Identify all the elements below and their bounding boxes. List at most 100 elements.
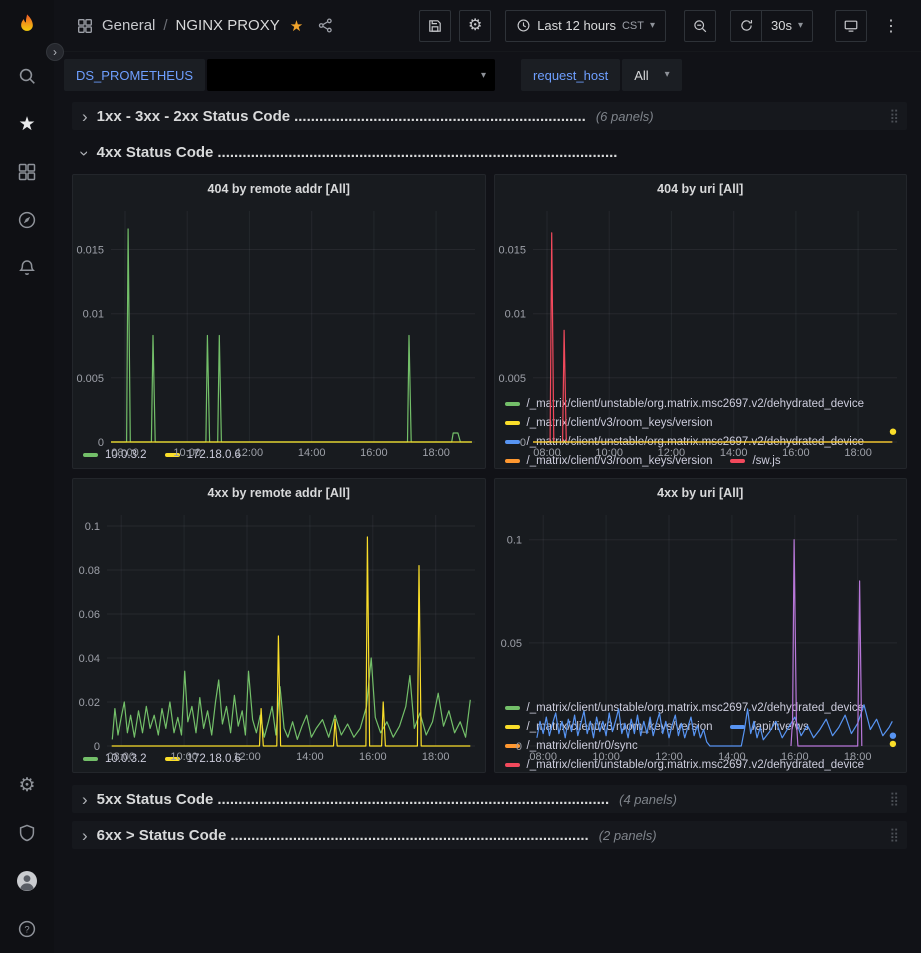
share-icon[interactable] bbox=[317, 17, 334, 34]
drag-handle-icon[interactable]: ⣿ bbox=[889, 108, 899, 124]
variable-label-datasource[interactable]: DS_PROMETHEUS bbox=[64, 59, 205, 91]
breadcrumb-separator: / bbox=[163, 17, 167, 34]
flame-icon bbox=[13, 12, 41, 40]
row-dots: ........................................… bbox=[217, 144, 617, 161]
row-panel-count: (6 panels) bbox=[596, 109, 654, 124]
sidebar-item-server-admin[interactable] bbox=[0, 809, 54, 857]
panel-title[interactable]: 4xx by uri [All] bbox=[657, 486, 743, 500]
refresh-button[interactable] bbox=[730, 10, 762, 42]
svg-text:10:00: 10:00 bbox=[595, 447, 623, 459]
svg-text:0.01: 0.01 bbox=[504, 309, 525, 321]
svg-text:10:00: 10:00 bbox=[592, 751, 620, 763]
svg-text:08:00: 08:00 bbox=[529, 751, 557, 763]
svg-text:12:00: 12:00 bbox=[233, 751, 261, 763]
more-options-button[interactable]: ⋮ bbox=[875, 10, 907, 42]
time-range-picker[interactable]: Last 12 hours CST ▾ bbox=[505, 10, 666, 42]
refresh-interval-dropdown[interactable]: 30s ▾ bbox=[761, 10, 813, 42]
sidebar-item-configuration[interactable]: ⚙ bbox=[0, 761, 54, 809]
variables-bar: DS_PROMETHEUS ▾ request_host All ▾ bbox=[54, 52, 921, 96]
sidebar-item-starred[interactable]: ★ bbox=[0, 100, 54, 148]
dashboards-grid-icon bbox=[17, 162, 37, 182]
svg-text:0.015: 0.015 bbox=[498, 245, 526, 257]
svg-text:0.08: 0.08 bbox=[79, 565, 100, 577]
request-host-value-dropdown[interactable]: All ▾ bbox=[622, 59, 681, 91]
svg-text:0: 0 bbox=[519, 437, 525, 449]
svg-text:0.015: 0.015 bbox=[76, 245, 104, 257]
refresh-group: 30s ▾ bbox=[730, 10, 813, 42]
chevron-down-icon: › bbox=[76, 150, 93, 156]
dashboard-row-6xx[interactable]: › 6xx > Status Code ....................… bbox=[72, 821, 907, 849]
svg-text:12:00: 12:00 bbox=[655, 751, 683, 763]
row-title: 4xx Status Code bbox=[97, 144, 214, 161]
svg-text:12:00: 12:00 bbox=[657, 447, 685, 459]
svg-text:0.04: 0.04 bbox=[79, 653, 100, 665]
request-host-value: All bbox=[634, 68, 648, 83]
drag-handle-icon[interactable]: ⣿ bbox=[889, 791, 899, 807]
dashboard-row-5xx[interactable]: › 5xx Status Code ......................… bbox=[72, 785, 907, 813]
favorite-star-icon[interactable]: ★ bbox=[290, 17, 303, 35]
panel-header[interactable]: 4xx by uri [All] bbox=[495, 479, 907, 507]
plot-area[interactable]: 08:0010:0012:0014:0016:0018:0000.050.1 bbox=[495, 507, 907, 694]
svg-text:18:00: 18:00 bbox=[844, 447, 872, 459]
svg-text:12:00: 12:00 bbox=[236, 447, 264, 459]
svg-text:0.1: 0.1 bbox=[85, 521, 100, 533]
sidebar-item-profile[interactable] bbox=[0, 857, 54, 905]
sidebar-item-explore[interactable] bbox=[0, 196, 54, 244]
panels-grid: 404 by remote addr [All] 08:0010:0012:00… bbox=[72, 174, 907, 773]
row-panel-count: (2 panels) bbox=[599, 828, 657, 843]
plot-area[interactable]: 08:0010:0012:0014:0016:0018:0000.0050.01… bbox=[73, 203, 485, 441]
datasource-value-dropdown[interactable]: ▾ bbox=[207, 59, 495, 91]
panel-title[interactable]: 4xx by remote addr [All] bbox=[208, 486, 350, 500]
dashboard-row-4xx[interactable]: › 4xx Status Code ......................… bbox=[72, 138, 907, 166]
row-title: 6xx > Status Code bbox=[97, 827, 227, 844]
panel-title[interactable]: 404 by uri [All] bbox=[657, 182, 743, 196]
variable-label-request-host[interactable]: request_host bbox=[521, 59, 620, 91]
plot-area[interactable]: 08:0010:0012:0014:0016:0018:0000.0050.01… bbox=[495, 203, 907, 390]
panel-header[interactable]: 404 by uri [All] bbox=[495, 175, 907, 203]
panel-title[interactable]: 404 by remote addr [All] bbox=[208, 182, 350, 196]
svg-text:0.005: 0.005 bbox=[498, 373, 526, 385]
refresh-interval-value: 30s bbox=[771, 18, 792, 33]
svg-text:08:00: 08:00 bbox=[111, 447, 139, 459]
star-icon: ★ bbox=[18, 113, 35, 136]
sidebar-expand-button[interactable]: › bbox=[46, 43, 64, 61]
panel-header[interactable]: 4xx by remote addr [All] bbox=[73, 479, 485, 507]
row-panel-count: (4 panels) bbox=[619, 792, 677, 807]
caret-down-icon: ▾ bbox=[665, 70, 670, 80]
sidebar-item-help[interactable]: ? bbox=[0, 905, 54, 953]
monitor-icon bbox=[843, 18, 859, 34]
svg-text:08:00: 08:00 bbox=[533, 447, 561, 459]
panel-header[interactable]: 404 by remote addr [All] bbox=[73, 175, 485, 203]
time-range-label: Last 12 hours bbox=[537, 18, 616, 33]
help-icon: ? bbox=[17, 919, 37, 939]
zoom-out-button[interactable] bbox=[684, 10, 716, 42]
chevron-right-icon: › bbox=[82, 827, 88, 844]
dashboard-scroll-area[interactable]: › 1xx - 3xx - 2xx Status Code ..........… bbox=[54, 96, 921, 953]
breadcrumb-section[interactable]: General bbox=[102, 17, 155, 34]
save-dashboard-button[interactable] bbox=[419, 10, 451, 42]
grafana-logo[interactable] bbox=[0, 0, 54, 52]
sidebar-item-search[interactable] bbox=[0, 52, 54, 100]
bell-icon bbox=[17, 258, 37, 278]
sidebar-item-alerting[interactable] bbox=[0, 244, 54, 292]
dashboard-settings-button[interactable]: ⚙ bbox=[459, 10, 491, 42]
cycle-view-mode-button[interactable] bbox=[835, 10, 867, 42]
svg-text:0.02: 0.02 bbox=[79, 697, 100, 709]
caret-down-icon: ▾ bbox=[481, 71, 486, 81]
breadcrumb-dashboard-title[interactable]: NGINX PROXY bbox=[176, 17, 280, 34]
svg-text:?: ? bbox=[24, 925, 29, 936]
panel-404-by-uri: 404 by uri [All] 08:0010:0012:0014:0016:… bbox=[494, 174, 908, 469]
panel-4xx-by-remote-addr: 4xx by remote addr [All] 08:0010:0012:00… bbox=[72, 478, 486, 773]
svg-text:16:00: 16:00 bbox=[781, 751, 809, 763]
grafana-app: ★ ⚙ bbox=[0, 0, 921, 953]
caret-down-icon: ▾ bbox=[650, 21, 655, 31]
svg-text:0: 0 bbox=[515, 741, 521, 753]
dashboard-row-1xx-3xx-2xx[interactable]: › 1xx - 3xx - 2xx Status Code ..........… bbox=[72, 102, 907, 130]
svg-text:10:00: 10:00 bbox=[173, 447, 201, 459]
svg-text:16:00: 16:00 bbox=[360, 447, 388, 459]
plot-area[interactable]: 08:0010:0012:0014:0016:0018:0000.020.040… bbox=[73, 507, 485, 745]
drag-handle-icon[interactable]: ⣿ bbox=[889, 827, 899, 843]
svg-text:18:00: 18:00 bbox=[422, 447, 450, 459]
row-title: 1xx - 3xx - 2xx Status Code bbox=[97, 108, 290, 125]
sidebar-item-dashboards[interactable] bbox=[0, 148, 54, 196]
